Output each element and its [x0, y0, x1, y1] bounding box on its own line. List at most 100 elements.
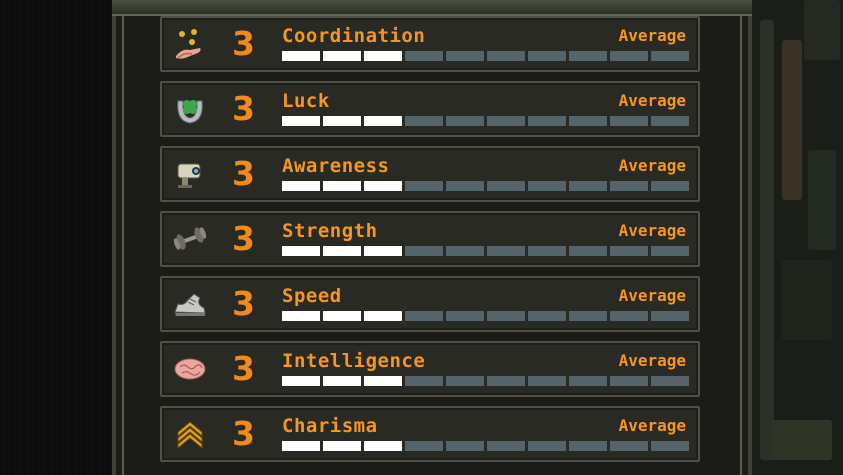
bar-segment-empty [446, 51, 484, 61]
bar-segment-filled [282, 441, 320, 451]
bar-segment-empty [405, 116, 443, 126]
stat-rating: Average [618, 221, 686, 240]
left-background [0, 0, 112, 475]
bar-segment-empty [610, 246, 648, 256]
bar-segment-filled [323, 181, 361, 191]
bar-segment-filled [282, 246, 320, 256]
bar-segment-empty [651, 311, 689, 321]
stat-row-luck[interactable]: 3 Luck Average [160, 81, 700, 137]
stat-value: 3 [232, 284, 255, 323]
security-camera-icon [170, 154, 210, 194]
bar-segment-empty [610, 311, 648, 321]
bar-segment-empty [528, 376, 566, 386]
stat-name: Intelligence [282, 350, 426, 372]
brain-icon [170, 349, 210, 389]
bar-segment-filled [282, 376, 320, 386]
stat-rating: Average [618, 416, 686, 435]
bar-segment-empty [569, 51, 607, 61]
stat-level-bar [282, 181, 689, 191]
stat-rating: Average [618, 91, 686, 110]
bar-segment-filled [282, 181, 320, 191]
stat-value: 3 [232, 89, 255, 128]
bar-segment-filled [364, 181, 402, 191]
bar-segment-empty [528, 441, 566, 451]
bar-segment-filled [364, 246, 402, 256]
bar-segment-empty [528, 51, 566, 61]
rank-chevron-icon [170, 414, 210, 454]
bar-segment-empty [651, 246, 689, 256]
bar-segment-empty [405, 246, 443, 256]
bar-segment-empty [446, 441, 484, 451]
bar-segment-empty [446, 181, 484, 191]
stat-value: 3 [232, 154, 255, 193]
bar-segment-empty [569, 311, 607, 321]
bar-segment-empty [651, 376, 689, 386]
stat-name: Awareness [282, 155, 390, 177]
bar-segment-empty [610, 116, 648, 126]
bar-segment-empty [405, 181, 443, 191]
stat-level-bar [282, 246, 689, 256]
sneaker-icon [170, 284, 210, 324]
stat-row-charisma[interactable]: 3 Charisma Average [160, 406, 700, 462]
bar-segment-filled [364, 376, 402, 386]
bar-segment-filled [282, 51, 320, 61]
bar-segment-empty [569, 181, 607, 191]
bar-segment-filled [323, 311, 361, 321]
bar-segment-filled [282, 116, 320, 126]
bar-segment-empty [569, 116, 607, 126]
horseshoe-clover-icon [170, 89, 210, 129]
bar-segment-empty [651, 181, 689, 191]
dumbbell-icon [170, 219, 210, 259]
bar-segment-empty [610, 376, 648, 386]
bar-segment-empty [651, 51, 689, 61]
stat-row-speed[interactable]: 3 Speed Average [160, 276, 700, 332]
stat-level-bar [282, 51, 689, 61]
stat-name: Speed [282, 285, 342, 307]
bar-segment-empty [610, 441, 648, 451]
bar-segment-empty [528, 181, 566, 191]
stat-rating: Average [618, 26, 686, 45]
bar-segment-empty [610, 51, 648, 61]
stat-level-bar [282, 116, 689, 126]
juggling-hand-icon [170, 24, 210, 64]
stats-panel: 3 Coordination Average 3 Luck Average 3 … [160, 16, 700, 475]
bar-segment-empty [487, 441, 525, 451]
stat-name: Luck [282, 90, 330, 112]
bar-segment-filled [364, 116, 402, 126]
bar-segment-filled [323, 441, 361, 451]
bar-segment-empty [651, 441, 689, 451]
bar-segment-empty [446, 311, 484, 321]
bar-segment-empty [487, 376, 525, 386]
bar-segment-filled [323, 376, 361, 386]
bar-segment-empty [487, 51, 525, 61]
stat-row-awareness[interactable]: 3 Awareness Average [160, 146, 700, 202]
bar-segment-empty [528, 311, 566, 321]
stat-name: Strength [282, 220, 378, 242]
bar-segment-empty [487, 246, 525, 256]
bar-segment-filled [364, 51, 402, 61]
bar-segment-empty [569, 376, 607, 386]
bar-segment-empty [487, 311, 525, 321]
bar-segment-empty [487, 116, 525, 126]
bar-segment-empty [405, 311, 443, 321]
stat-rating: Average [618, 156, 686, 175]
bar-segment-empty [528, 116, 566, 126]
stat-row-coordination[interactable]: 3 Coordination Average [160, 16, 700, 72]
bar-segment-filled [282, 311, 320, 321]
stat-level-bar [282, 311, 689, 321]
bar-segment-filled [323, 51, 361, 61]
stat-value: 3 [232, 24, 255, 63]
bar-segment-empty [651, 116, 689, 126]
bar-segment-filled [323, 246, 361, 256]
stat-name: Coordination [282, 25, 426, 47]
stat-row-intelligence[interactable]: 3 Intelligence Average [160, 341, 700, 397]
stat-value: 3 [232, 349, 255, 388]
bar-segment-filled [364, 311, 402, 321]
window-top-bar [112, 0, 752, 16]
bar-segment-empty [446, 116, 484, 126]
bar-segment-filled [323, 116, 361, 126]
bar-segment-empty [446, 246, 484, 256]
stat-row-strength[interactable]: 3 Strength Average [160, 211, 700, 267]
stat-name: Charisma [282, 415, 378, 437]
bar-segment-empty [528, 246, 566, 256]
